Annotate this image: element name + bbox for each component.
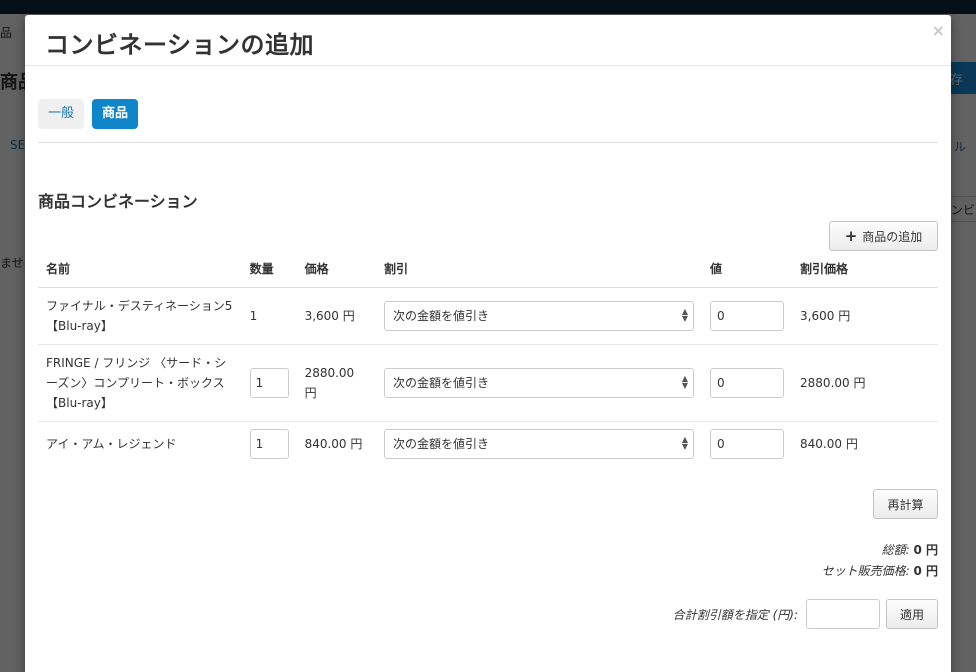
product-name: ファイナル・デスティネーション5 【Blu-ray】	[38, 287, 242, 345]
select-arrows-icon: ▲ ▼	[681, 373, 689, 390]
quantity-input[interactable]	[249, 367, 289, 398]
discount-type-value: 次の金額を値引き	[393, 436, 490, 451]
total-discount-label: 合計割引額を指定 (円):	[672, 607, 798, 622]
tab-products[interactable]: 商品	[92, 99, 139, 129]
modal-title: コンビネーションの追加	[45, 31, 315, 59]
table-header-row: 名前 数量 価格 割引 値 割引価格	[38, 251, 938, 288]
recalculate-button[interactable]: 再計算	[873, 489, 938, 519]
add-combination-modal: コンビネーションの追加 × 一般 商品 商品コンビネーション + 商品の追加 名…	[25, 15, 951, 672]
close-icon[interactable]: ×	[932, 21, 945, 40]
total-line: 総額: 0 円	[822, 540, 938, 561]
totals-summary: 総額: 0 円 セット販売価格: 0 円	[822, 540, 938, 582]
column-header-qty: 数量	[241, 251, 297, 288]
discount-value-input[interactable]	[710, 428, 785, 459]
plus-icon: +	[844, 226, 858, 245]
products-table: 名前 数量 価格 割引 値 割引価格 ファイナル・デスティネーション5 【Blu…	[38, 251, 938, 466]
modal-tabs: 一般 商品	[38, 99, 139, 129]
set-price-value: 0 円	[913, 564, 938, 578]
apply-button[interactable]: 適用	[886, 599, 938, 629]
product-name: FRINGE / フリンジ 〈サード・シーズン〉コンプリート・ボックス 【Blu…	[38, 344, 242, 422]
total-label: 総額:	[881, 543, 910, 557]
table-row: FRINGE / フリンジ 〈サード・シーズン〉コンプリート・ボックス 【Blu…	[38, 344, 938, 422]
total-value: 0 円	[913, 543, 938, 557]
set-price-line: セット販売価格: 0 円	[822, 561, 938, 582]
select-arrows-icon: ▲ ▼	[681, 434, 689, 451]
discounted-price: 3,600 円	[792, 287, 938, 345]
add-product-label: 商品の追加	[862, 229, 923, 244]
product-qty: 1	[241, 287, 297, 345]
discounted-price: 840.00 円	[800, 436, 858, 451]
discount-type-select[interactable]: 次の金額を値引き ▲ ▼	[384, 428, 695, 459]
discount-value-input[interactable]	[710, 367, 785, 398]
column-header-name: 名前	[38, 251, 242, 288]
column-header-discounted-price: 割引価格	[792, 251, 938, 288]
discounted-price: 2880.00 円	[792, 344, 938, 422]
product-price: 3,600 円	[296, 287, 377, 345]
total-discount-input[interactable]	[806, 599, 880, 629]
section-title: 商品コンビネーション	[38, 192, 198, 211]
column-header-value: 値	[702, 251, 793, 288]
table-row: アイ・アム・レジェンド 840.00 円 次の金額を値引き ▲▼ 840.00 …	[38, 421, 938, 466]
product-price: 840.00 円	[304, 436, 363, 451]
product-price: 2880.00 円	[296, 344, 377, 422]
column-header-price: 価格	[296, 251, 377, 288]
quantity-input[interactable]	[249, 428, 289, 459]
total-discount-row: 合計割引額を指定 (円): 適用	[673, 599, 938, 629]
discount-value-input[interactable]	[710, 300, 785, 331]
modal-header: コンビネーションの追加 ×	[25, 15, 951, 66]
tabs-divider	[38, 142, 938, 143]
add-product-button[interactable]: + 商品の追加	[829, 221, 938, 251]
select-arrows-icon: ▲ ▼	[681, 306, 689, 323]
product-name: アイ・アム・レジェンド	[46, 436, 177, 451]
set-price-label: セット販売価格:	[821, 564, 910, 578]
table-row: ファイナル・デスティネーション5 【Blu-ray】 1 3,600 円 次の金…	[38, 287, 938, 345]
discount-type-select[interactable]: 次の金額を値引き ▲ ▼	[384, 300, 695, 331]
discount-type-select[interactable]: 次の金額を値引き ▲ ▼	[384, 367, 695, 398]
discount-type-value: 次の金額を値引き	[393, 308, 490, 323]
discount-type-value: 次の金額を値引き	[393, 375, 490, 390]
column-header-discount: 割引	[376, 251, 703, 288]
tab-general[interactable]: 一般	[38, 99, 85, 129]
